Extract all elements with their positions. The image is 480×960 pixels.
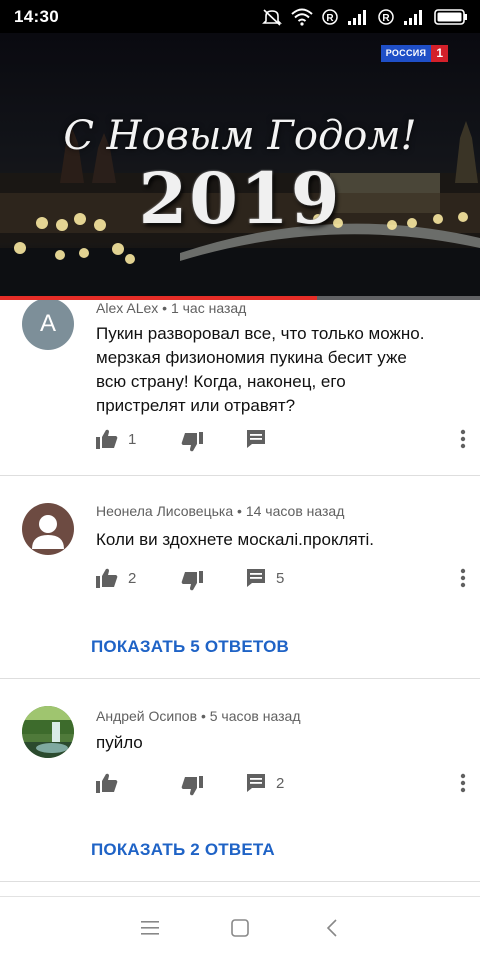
comment-item: Неонела Лисовецька • 14 часов назад Коли… [0, 476, 480, 678]
comment-time: 1 час назад [170, 300, 247, 316]
video-greeting-text: С Новым Годом! [63, 113, 417, 159]
status-time: 14:30 [14, 7, 59, 26]
more-vert-icon [460, 568, 466, 588]
show-replies-link[interactable]: ПОКАЗАТЬ 5 ОТВЕТОВ [91, 637, 289, 657]
like-button[interactable]: 2 [96, 568, 136, 588]
like-count: 1 [128, 430, 137, 448]
comment-author[interactable]: Андрей Осипов [96, 708, 197, 724]
reply-count: 2 [276, 774, 285, 792]
reply-button[interactable]: 2 [246, 773, 284, 793]
reply-button[interactable]: 5 [246, 568, 284, 588]
comment-author[interactable]: Alex ALex [96, 300, 158, 316]
system-navigation-bar [0, 896, 480, 960]
menu-button[interactable] [141, 921, 159, 940]
mute-icon [262, 9, 282, 26]
default-user-avatar-icon [32, 515, 64, 549]
comment-icon [247, 774, 265, 792]
thumbs-down-icon [181, 776, 203, 796]
channel-logo: РОССИЯ 1 [380, 45, 448, 62]
avatar[interactable] [22, 706, 74, 758]
comment-meta: Alex ALex • 1 час назад [96, 300, 246, 316]
meta-separator: • [200, 708, 206, 724]
comment-author[interactable]: Неонела Лисовецька [96, 503, 233, 519]
more-vert-icon [460, 773, 466, 793]
channel-logo-number: 1 [431, 45, 448, 62]
like-button[interactable]: 1 [96, 429, 136, 449]
back-button[interactable] [326, 919, 338, 942]
like-button[interactable] [96, 773, 128, 793]
comment-icon [247, 430, 265, 448]
thumbs-up-icon [96, 568, 118, 588]
comment-time: 14 часов назад [245, 503, 345, 519]
comment-text: Пукин разворовал все, что только можно. … [96, 324, 425, 415]
reply-button[interactable] [246, 429, 276, 449]
signal-icon [404, 10, 422, 25]
meta-separator: • [237, 503, 242, 519]
back-chevron-icon [326, 919, 337, 937]
thumbs-up-icon [96, 429, 118, 449]
avatar[interactable]: A [22, 300, 74, 350]
dislike-button[interactable] [181, 432, 203, 452]
home-button[interactable] [231, 919, 249, 942]
video-year-text: 2019 [138, 157, 342, 240]
comment-time: 5 часов назад [209, 708, 301, 724]
status-bar: 14:30 R R [0, 0, 480, 33]
comment-icon [247, 569, 265, 587]
meta-separator: • [162, 300, 168, 316]
dislike-button[interactable] [181, 776, 203, 796]
comment-actions: 1 [96, 429, 466, 453]
more-vert-icon [460, 429, 466, 449]
more-options-button[interactable] [460, 568, 466, 593]
comment-text: Коли ви здохнете москалі.прокляті. [96, 530, 375, 549]
landscape-avatar-image [22, 706, 74, 758]
status-icons: R R [262, 7, 468, 27]
comments-list[interactable]: A Alex ALex • 1 час назад Пукин разворов… [0, 300, 480, 896]
comment-actions: 2 [96, 773, 466, 797]
home-square-icon [231, 919, 249, 937]
comment-text: пуйло [96, 733, 143, 752]
comment-item: Андрей Осипов • 5 часов назад пуйло 2 ПО… [0, 679, 480, 881]
battery-icon [434, 9, 467, 25]
dislike-button[interactable] [181, 571, 203, 591]
thumbs-down-icon [181, 432, 203, 452]
avatar[interactable] [22, 503, 74, 555]
show-replies-link[interactable]: ПОКАЗАТЬ 2 ОТВЕТА [91, 840, 275, 860]
wifi-icon [291, 8, 313, 26]
reply-count: 5 [276, 569, 285, 587]
comment-item: A Alex ALex • 1 час назад Пукин разворов… [0, 300, 480, 475]
more-options-button[interactable] [460, 429, 466, 454]
divider [0, 881, 480, 882]
comment-meta: Неонела Лисовецька • 14 часов назад [96, 503, 344, 519]
thumbs-up-icon [96, 773, 118, 793]
like-count: 2 [128, 569, 137, 587]
video-player[interactable]: РОССИЯ 1 С Новым Годом! 2019 [0, 33, 480, 300]
menu-icon [141, 921, 159, 935]
thumbs-down-icon [181, 571, 203, 591]
comment-actions: 2 5 [96, 568, 466, 592]
more-options-button[interactable] [460, 773, 466, 798]
signal-icon [348, 10, 366, 25]
svg-text:R: R [382, 13, 390, 24]
channel-logo-name: РОССИЯ [380, 45, 432, 62]
comment-meta: Андрей Осипов • 5 часов назад [96, 708, 301, 724]
roaming-r-icon: R [322, 9, 338, 25]
svg-text:R: R [326, 13, 334, 24]
roaming-r-icon: R [378, 9, 394, 25]
